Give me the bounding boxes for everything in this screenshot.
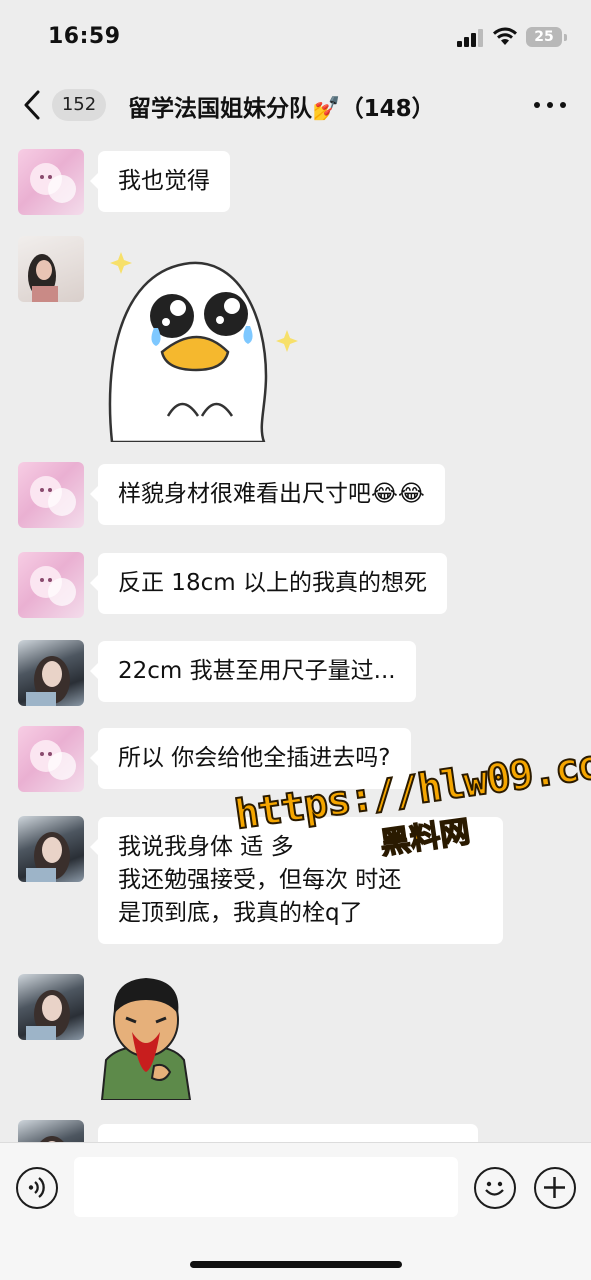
chat-header: 152 留学法国姐妹分队💅（148） <box>0 72 591 138</box>
message-input-bar <box>0 1142 591 1280</box>
message-bubble[interactable]: 我也觉得 <box>90 151 230 212</box>
emoji-icon[interactable] <box>474 1167 516 1209</box>
message-input[interactable] <box>74 1157 458 1217</box>
message-bubble[interactable]: 我说我身体 适 多 我还勉强接受，但每次 时还 是顶到底，我真的栓q了 <box>90 817 503 944</box>
wifi-icon <box>493 27 517 45</box>
avatar[interactable] <box>18 640 84 706</box>
battery-icon: 25 <box>526 27 567 47</box>
nosebleed-boy-sticker[interactable] <box>98 974 194 1100</box>
avatar[interactable] <box>18 552 84 618</box>
message-bubble[interactable]: 22cm 我甚至用尺子量过... <box>90 641 416 702</box>
avatar[interactable] <box>18 726 84 792</box>
crying-duck-sticker[interactable] <box>98 246 308 442</box>
message-bubble[interactable] <box>98 1124 478 1142</box>
more-options-icon[interactable] <box>534 102 566 110</box>
home-indicator[interactable] <box>190 1261 402 1268</box>
avatar[interactable] <box>18 149 84 215</box>
status-bar: 16:59 25 <box>0 0 591 70</box>
group-title: 留学法国姐妹分队💅（148） <box>128 96 435 122</box>
unread-count-badge[interactable]: 152 <box>52 89 106 121</box>
message-bubble[interactable]: 所以 你会给他全插进去吗? <box>90 728 411 789</box>
add-attachment-icon[interactable] <box>534 1167 576 1209</box>
message-bubble[interactable]: 反正 18cm 以上的我真的想死 <box>90 553 447 614</box>
avatar[interactable] <box>18 974 84 1040</box>
back-chevron-icon[interactable] <box>20 88 46 122</box>
message-list[interactable]: 我也觉得 样貌身材很难看出尺寸吧😂😂 反正 18cm 以上的我真的想死 22cm… <box>0 138 591 1142</box>
avatar[interactable] <box>18 1120 84 1142</box>
avatar[interactable] <box>18 816 84 882</box>
status-time: 16:59 <box>48 24 121 49</box>
cellular-signal-icon <box>457 29 485 47</box>
voice-input-icon[interactable] <box>16 1167 58 1209</box>
avatar[interactable] <box>18 236 84 302</box>
message-bubble[interactable]: 样貌身材很难看出尺寸吧😂😂 <box>90 464 445 525</box>
avatar[interactable] <box>18 462 84 528</box>
